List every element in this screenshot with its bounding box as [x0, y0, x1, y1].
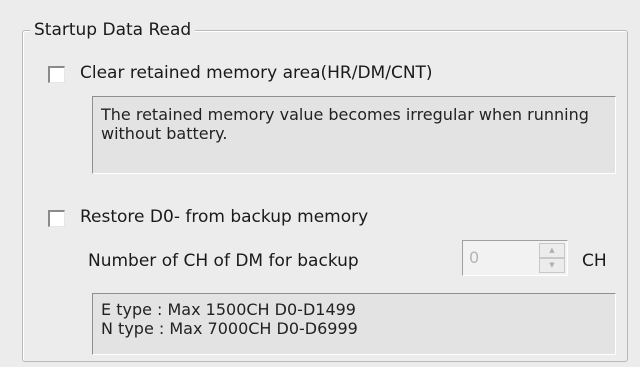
clear-retained-memory-label[interactable]: Clear retained memory area(HR/DM/CNT)	[80, 62, 433, 84]
retained-memory-note: The retained memory value becomes irregu…	[92, 96, 616, 174]
ch-unit-label: CH	[582, 251, 607, 271]
backup-ch-count-spinbox[interactable]: 0 ▲ ▼	[462, 240, 568, 276]
capacity-info-e-type: E type : Max 1500CH D0-D1499	[101, 300, 356, 319]
restore-backup-checkbox[interactable]	[48, 210, 65, 227]
spin-up-arrow-icon[interactable]: ▲	[539, 243, 565, 258]
retained-memory-note-text: The retained memory value becomes irregu…	[101, 105, 589, 143]
restore-backup-label[interactable]: Restore D0- from backup memory	[80, 206, 368, 228]
spin-buttons: ▲ ▼	[539, 243, 565, 273]
backup-ch-count-value[interactable]: 0	[469, 248, 479, 267]
capacity-info-n-type: N type : Max 7000CH D0-D6999	[101, 319, 358, 338]
clear-retained-memory-checkbox[interactable]	[48, 66, 65, 83]
group-title: Startup Data Read	[30, 19, 196, 41]
backup-ch-count-label: Number of CH of DM for backup	[88, 251, 359, 271]
startup-dialog-panel: Startup Data Read Clear retained memory …	[0, 0, 640, 367]
spin-down-arrow-icon[interactable]: ▼	[539, 258, 565, 273]
backup-capacity-info: E type : Max 1500CH D0-D1499 N type : Ma…	[92, 293, 616, 355]
